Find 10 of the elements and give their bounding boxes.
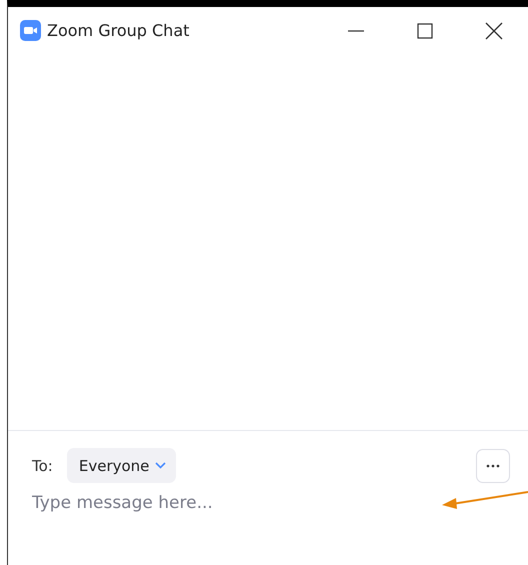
minimize-icon [348, 30, 364, 32]
maximize-icon [416, 22, 432, 38]
app-logo-icon [20, 20, 41, 41]
more-icon [486, 464, 500, 468]
recipient-dropdown[interactable]: Everyone [66, 448, 176, 483]
close-icon [484, 22, 502, 40]
more-options-button[interactable] [476, 448, 510, 482]
window-title: Zoom Group Chat [47, 21, 190, 40]
chevron-down-icon [155, 462, 166, 469]
to-label: To: [32, 456, 53, 474]
